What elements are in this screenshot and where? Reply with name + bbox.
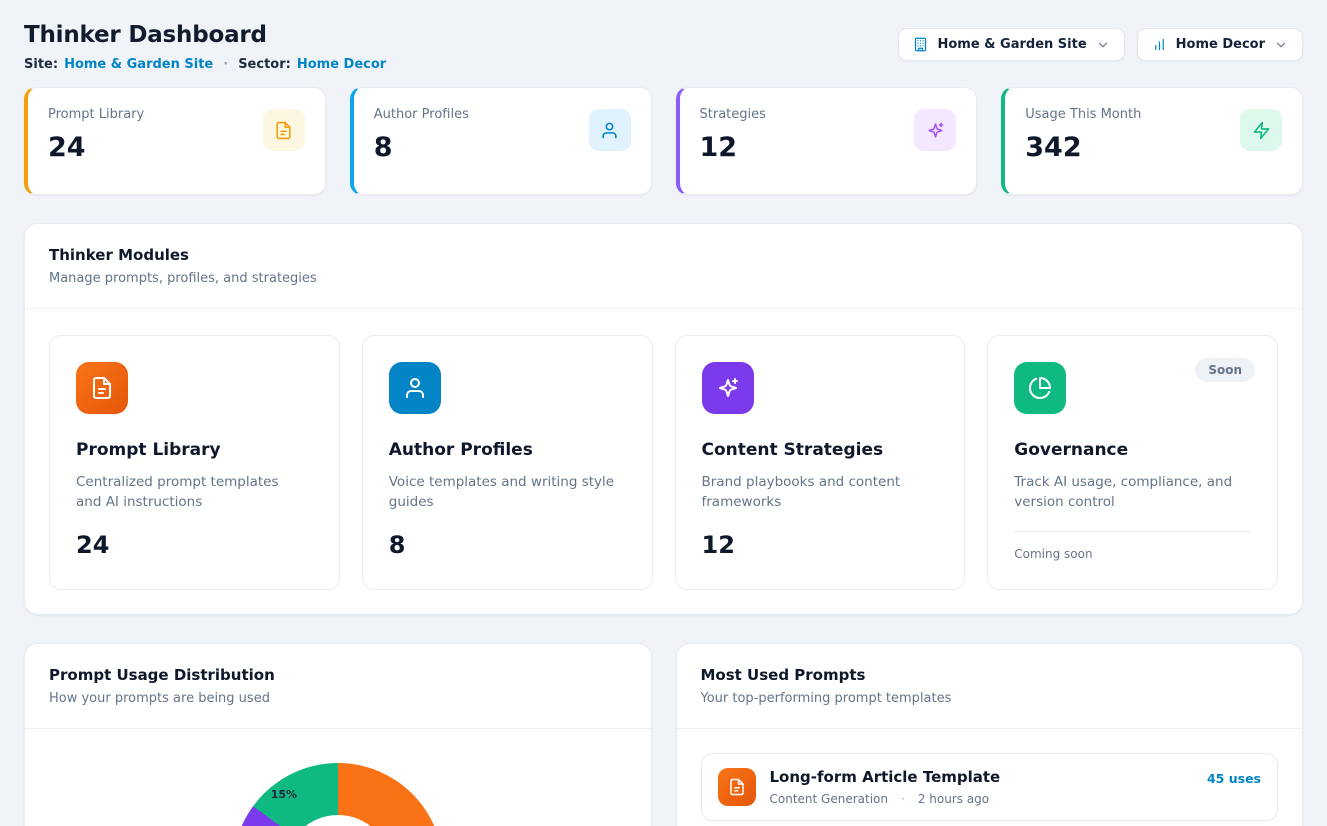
site-selector-label: Home & Garden Site [937, 37, 1086, 52]
bottom-row: Prompt Usage Distribution How your promp… [24, 643, 1303, 826]
sector-selector-label: Home Decor [1176, 37, 1265, 52]
stat-info: Usage This Month 342 [1025, 107, 1141, 163]
module-title: Prompt Library [76, 440, 313, 460]
document-icon [76, 362, 128, 414]
donut-segment-label: 15% [271, 788, 297, 801]
sparkle-icon [702, 362, 754, 414]
module-card-content-strategies[interactable]: Content Strategies Brand playbooks and c… [675, 335, 966, 590]
coming-soon-text: Coming soon [1014, 547, 1251, 561]
module-description: Voice templates and writing style guides [389, 472, 621, 513]
pie-chart-icon [1014, 362, 1066, 414]
prompt-item-meta: Content Generation · 2 hours ago [770, 792, 1207, 806]
prompt-category: Content Generation [770, 792, 888, 806]
most-used-title: Most Used Prompts [701, 666, 1279, 684]
modules-grid: Prompt Library Centralized prompt templa… [25, 309, 1302, 614]
module-card-governance[interactable]: Soon Governance Track AI usage, complian… [987, 335, 1278, 590]
modules-header: Thinker Modules Manage prompts, profiles… [25, 224, 1302, 309]
stat-label: Usage This Month [1025, 107, 1141, 122]
chevron-down-icon [1274, 38, 1288, 52]
stat-card-usage: Usage This Month 342 [1001, 87, 1303, 195]
usage-chart-header: Prompt Usage Distribution How your promp… [25, 644, 651, 729]
modules-title: Thinker Modules [49, 246, 1278, 264]
module-card-prompt-library[interactable]: Prompt Library Centralized prompt templa… [49, 335, 340, 590]
module-count: 12 [702, 531, 939, 559]
stat-card-author-profiles: Author Profiles 8 [350, 87, 652, 195]
document-icon [263, 109, 305, 151]
usage-chart-subtitle: How your prompts are being used [49, 691, 627, 706]
stat-value: 8 [374, 132, 469, 163]
stat-info: Prompt Library 24 [48, 107, 144, 163]
site-label: Site: [24, 57, 58, 72]
most-used-prompts-card: Most Used Prompts Your top-performing pr… [676, 643, 1304, 826]
stat-value: 24 [48, 132, 144, 163]
header: Thinker Dashboard Site: Home & Garden Si… [24, 22, 1303, 72]
stat-value: 342 [1025, 132, 1141, 163]
stat-label: Prompt Library [48, 107, 144, 122]
prompt-list-item[interactable]: Long-form Article Template Content Gener… [701, 753, 1279, 821]
prompt-item-title: Long-form Article Template [770, 768, 1207, 786]
dashboard-page: Thinker Dashboard Site: Home & Garden Si… [0, 0, 1327, 826]
stat-card-prompt-library: Prompt Library 24 [24, 87, 326, 195]
breadcrumb: Site: Home & Garden Site · Sector: Home … [24, 57, 386, 72]
site-selector-dropdown[interactable]: Home & Garden Site [898, 28, 1124, 61]
site-link[interactable]: Home & Garden Site [64, 57, 213, 72]
chevron-down-icon [1096, 38, 1110, 52]
sector-link[interactable]: Home Decor [297, 57, 386, 72]
module-card-author-profiles[interactable]: Author Profiles Voice templates and writ… [362, 335, 653, 590]
module-count: 8 [389, 531, 626, 559]
usage-donut[interactable]: 15% [233, 763, 443, 826]
document-icon [718, 768, 756, 806]
module-description: Brand playbooks and content frameworks [702, 472, 934, 513]
bar-chart-icon [1152, 37, 1167, 52]
separator-dot: · [901, 792, 905, 806]
soon-badge: Soon [1195, 358, 1255, 382]
stat-value: 12 [700, 132, 766, 163]
stat-label: Author Profiles [374, 107, 469, 122]
building-icon [913, 37, 928, 52]
most-used-subtitle: Your top-performing prompt templates [701, 691, 1279, 706]
thinker-modules-panel: Thinker Modules Manage prompts, profiles… [24, 223, 1303, 615]
module-title: Governance [1014, 440, 1251, 460]
header-actions: Home & Garden Site Home Decor [898, 28, 1303, 61]
page-title: Thinker Dashboard [24, 22, 386, 48]
divider [1014, 531, 1251, 532]
stat-info: Author Profiles 8 [374, 107, 469, 163]
module-title: Content Strategies [702, 440, 939, 460]
prompt-item-text: Long-form Article Template Content Gener… [770, 768, 1207, 806]
sector-selector-dropdown[interactable]: Home Decor [1137, 28, 1303, 61]
header-left: Thinker Dashboard Site: Home & Garden Si… [24, 22, 386, 72]
uses-badge: 45 uses [1207, 771, 1261, 786]
sector-label: Sector: [238, 57, 291, 72]
usage-distribution-card: Prompt Usage Distribution How your promp… [24, 643, 652, 826]
separator-dot: · [223, 57, 228, 72]
stat-info: Strategies 12 [700, 107, 766, 163]
prompt-time: 2 hours ago [918, 792, 989, 806]
user-icon [589, 109, 631, 151]
sparkle-icon [914, 109, 956, 151]
modules-subtitle: Manage prompts, profiles, and strategies [49, 271, 1278, 286]
usage-chart-body: 15% [25, 729, 651, 826]
stat-card-strategies: Strategies 12 [676, 87, 978, 195]
prompt-list: Long-form Article Template Content Gener… [677, 729, 1303, 826]
module-title: Author Profiles [389, 440, 626, 460]
module-description: Centralized prompt templates and AI inst… [76, 472, 308, 513]
stat-label: Strategies [700, 107, 766, 122]
user-icon [389, 362, 441, 414]
bolt-icon [1240, 109, 1282, 151]
usage-chart-title: Prompt Usage Distribution [49, 666, 627, 684]
stats-row: Prompt Library 24 Author Profiles 8 Stra… [24, 87, 1303, 195]
most-used-header: Most Used Prompts Your top-performing pr… [677, 644, 1303, 729]
module-count: 24 [76, 531, 313, 559]
module-description: Track AI usage, compliance, and version … [1014, 472, 1246, 513]
